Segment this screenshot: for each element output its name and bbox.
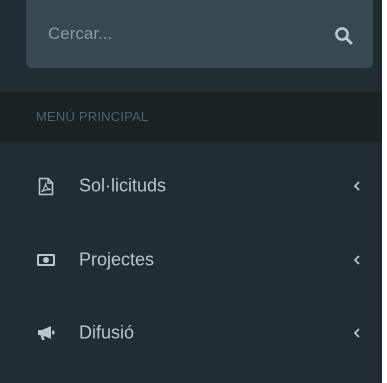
search-input[interactable] [26,0,316,68]
search-button[interactable] [326,18,362,54]
page-edge [382,0,387,383]
sidebar-item-label: Difusió [79,322,135,343]
chevron-left-icon [353,328,360,338]
bullhorn-icon [36,324,56,342]
money-icon [36,251,56,269]
chevron-left-icon [353,181,360,191]
sidebar-item-label: Projectes [79,249,155,270]
pdf-file-icon [36,177,56,195]
sidebar-item-sollicituds[interactable]: Sol·licituds [0,158,382,214]
sidebar-item-difusio[interactable]: Difusió [0,305,382,361]
sidebar-item-projectes[interactable]: Projectes [0,232,382,288]
sidebar-search-form [26,0,373,68]
search-icon [335,27,353,45]
main-menu-header-label: MENÚ PRINCIPAL [36,109,149,124]
sidebar-item-label: Sol·licituds [79,175,167,196]
main-menu-header: MENÚ PRINCIPAL [0,92,382,142]
sidebar: MENÚ PRINCIPAL Sol·licituds Projectes [0,0,382,383]
chevron-left-icon [353,255,360,265]
